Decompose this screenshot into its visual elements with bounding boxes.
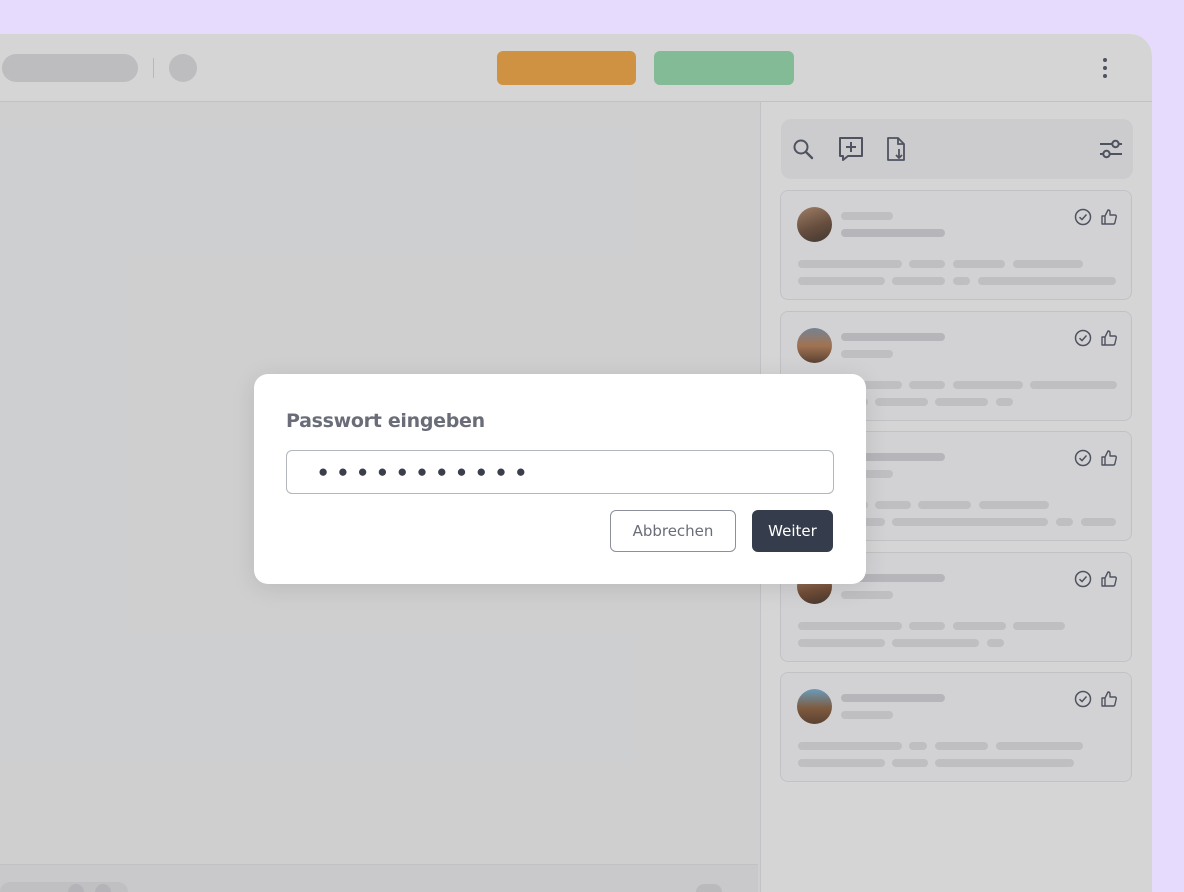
password-field[interactable]: ●●●●●●●●●●● xyxy=(286,450,834,494)
next-button[interactable]: Weiter xyxy=(752,510,833,552)
cancel-button[interactable]: Abbrechen xyxy=(610,510,736,552)
password-dialog: Passwort eingeben ●●●●●●●●●●● Abbrechen … xyxy=(254,374,866,584)
password-value: ●●●●●●●●●●● xyxy=(318,462,536,481)
dialog-title: Passwort eingeben xyxy=(286,410,485,432)
